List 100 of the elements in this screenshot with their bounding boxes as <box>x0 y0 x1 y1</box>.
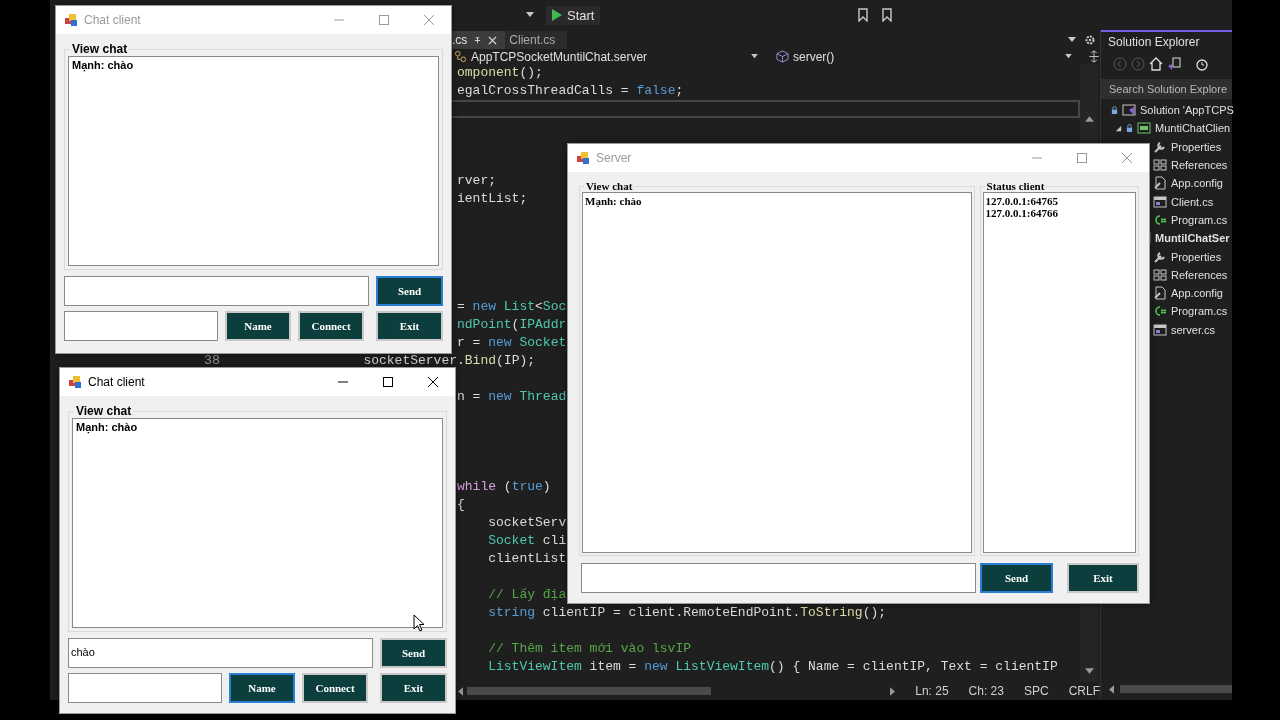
code-line: ndPoint(IPAddr <box>457 317 567 332</box>
code-line: r = new Socket <box>457 335 567 350</box>
form-file-icon <box>1153 322 1167 337</box>
line-indicator[interactable]: Ln: 25 <box>915 684 949 698</box>
settings-icon[interactable] <box>1084 34 1096 46</box>
history-icon[interactable] <box>1195 57 1209 71</box>
group-label: View chat <box>585 180 634 192</box>
group-label: View chat <box>71 42 129 56</box>
tree-item[interactable]: Properties <box>1171 140 1222 153</box>
tree-item[interactable]: MuntilChatSer <box>1155 232 1230 245</box>
dropdown-icon <box>1065 54 1073 59</box>
bookmark-icon[interactable] <box>858 8 869 22</box>
code-line: Socket cli <box>488 533 567 548</box>
chat-message: Mạnh: chào <box>585 195 643 207</box>
caret-icon[interactable] <box>526 12 534 18</box>
line-number: 38 <box>204 353 220 368</box>
exit-button[interactable]: Exit <box>380 673 447 703</box>
group-label: View chat <box>75 404 133 418</box>
code-line: socketServ <box>488 515 567 530</box>
code-line: ListViewItem item = new ListViewItem() { Name = clientIP, Text = clientIP <box>488 659 1058 674</box>
connect-button[interactable]: Connect <box>302 673 368 703</box>
message-input[interactable]: chào <box>68 638 374 668</box>
code-line: = new List<Soc <box>457 299 567 314</box>
tree-item[interactable]: MuntiChatClien <box>1155 122 1231 135</box>
pin-icon[interactable] <box>473 35 483 45</box>
code-line: n = new Thread <box>457 389 567 404</box>
code-line: ientList; <box>457 191 528 206</box>
code-line: while (true) <box>457 479 551 494</box>
chat-list[interactable]: Mạnh: chào <box>72 418 443 628</box>
code-line: // Thêm item mới vào lsvIP <box>488 641 692 656</box>
cube-icon <box>776 50 789 63</box>
scroll-left-icon[interactable] <box>458 686 463 696</box>
references-icon <box>1153 267 1167 282</box>
code-line: clientList <box>488 551 567 566</box>
group-label: Status client <box>985 180 1046 192</box>
form-file-icon <box>1153 194 1167 209</box>
chat-message: Mạnh: chào <box>76 421 139 433</box>
close-icon[interactable] <box>427 377 438 387</box>
scrollbar-thumb[interactable] <box>1120 685 1232 693</box>
member-selector[interactable]: server() <box>774 49 1079 64</box>
maximize-icon[interactable] <box>382 377 393 387</box>
name-input[interactable] <box>68 673 222 703</box>
tree-item[interactable]: Program.cs <box>1171 213 1228 226</box>
code-line: rver; <box>457 173 496 188</box>
class-icon <box>454 50 467 63</box>
dropdown-icon[interactable] <box>1068 37 1076 43</box>
window-title: Chat client <box>84 13 142 27</box>
csharp-file-icon <box>1153 212 1167 227</box>
config-file-icon <box>1153 176 1167 191</box>
bookmark-icon[interactable] <box>882 8 893 22</box>
tree-item[interactable]: References <box>1171 268 1228 281</box>
split-icon[interactable] <box>1088 50 1100 63</box>
tree-item[interactable]: App.config <box>1171 287 1223 300</box>
references-icon <box>1153 158 1167 173</box>
chat-message: Mạnh: chào <box>72 59 135 71</box>
tree-item[interactable]: Solution 'AppTCPS <box>1140 104 1234 117</box>
code-line: { <box>457 497 465 512</box>
tree-item[interactable]: Properties <box>1171 250 1222 263</box>
code-line: egalCrossThreadCalls = false; <box>457 83 684 98</box>
start-button[interactable]: Start <box>546 5 601 25</box>
dropdown-icon <box>751 54 758 59</box>
tree-item[interactable]: Program.cs <box>1171 305 1228 318</box>
wrench-icon <box>1153 249 1167 264</box>
send-button[interactable]: Send <box>380 638 447 668</box>
scroll-right-icon[interactable] <box>890 686 896 696</box>
editor-tab[interactable]: Client.cs <box>505 31 568 49</box>
line-endings-indicator[interactable]: CRLF <box>1068 684 1100 698</box>
scroll-left-icon[interactable] <box>1109 684 1114 694</box>
client-address[interactable]: 127.0.0.1:64766 <box>985 207 1133 219</box>
search-field[interactable]: Search Solution Explore <box>1101 79 1232 99</box>
code-line: string clientIP = client.RemoteEndPoint.ToString(); <box>488 605 887 620</box>
code-line: socketServer.Bind(IP); <box>363 353 536 368</box>
window-title: Server <box>596 151 633 165</box>
tree-item[interactable]: server.cs <box>1171 323 1215 336</box>
type-selector[interactable]: AppTCPSocketMuntilChat.server <box>452 49 764 64</box>
scroll-up-icon[interactable] <box>1084 116 1094 122</box>
app-icon <box>64 13 78 27</box>
app-icon <box>576 151 590 165</box>
client-address[interactable]: 127.0.0.1:64765 <box>985 195 1133 207</box>
tree-item[interactable]: App.config <box>1171 177 1223 190</box>
home-icon[interactable] <box>1149 57 1163 71</box>
tree-item[interactable]: Client.cs <box>1171 195 1214 208</box>
spacing-indicator[interactable]: SPC <box>1023 684 1049 698</box>
expanded-caret-icon[interactable] <box>1115 124 1122 132</box>
solution-icon <box>1122 103 1136 118</box>
name-button[interactable]: Name <box>229 673 295 703</box>
wrench-icon <box>1153 139 1167 154</box>
lock-icon <box>1126 123 1133 133</box>
scrollbar-thumb[interactable] <box>467 687 711 695</box>
lock-icon <box>1111 105 1118 115</box>
column-indicator[interactable]: Ch: 23 <box>968 684 1004 698</box>
play-icon <box>552 9 562 21</box>
back-icon[interactable] <box>1113 57 1127 71</box>
tree-item[interactable]: References <box>1171 159 1228 172</box>
project-icon <box>1137 121 1151 136</box>
app-icon <box>68 375 82 389</box>
csharp-file-icon <box>1153 304 1167 319</box>
scroll-down-icon[interactable] <box>1084 668 1094 674</box>
switch-views-icon[interactable] <box>1167 57 1181 71</box>
cursor-icon <box>413 614 425 632</box>
